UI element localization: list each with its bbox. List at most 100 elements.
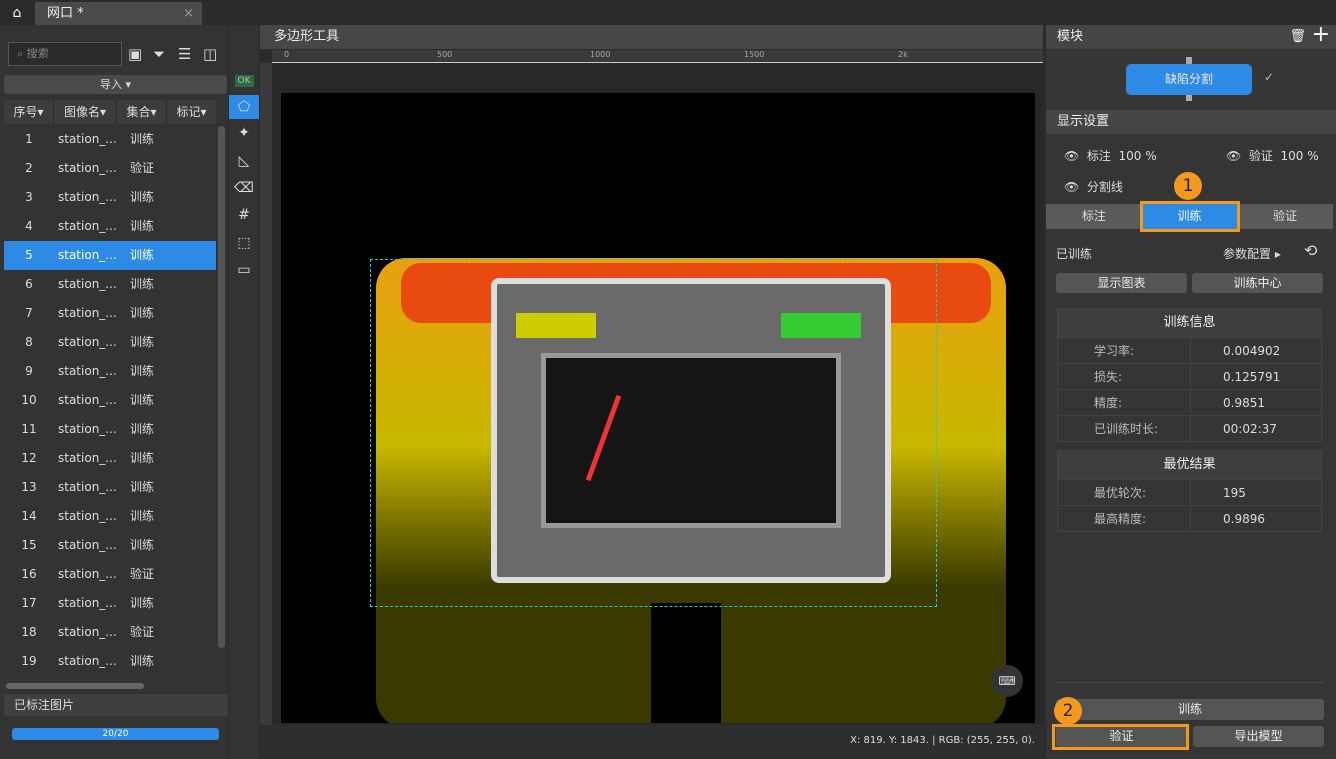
divider [1056, 682, 1324, 683]
roi-box[interactable] [370, 259, 937, 607]
table-row[interactable]: 11 station_... 训练 [4, 415, 216, 444]
history-icon[interactable]: ⟲ [1304, 241, 1317, 260]
col-set[interactable]: 集合▾ [117, 100, 167, 124]
search-input[interactable]: ⌕ 搜索 [8, 42, 122, 66]
cell: station_... [58, 364, 117, 378]
seg-line-visibility[interactable]: 👁 分割线 [1064, 178, 1123, 195]
cell: 15 [21, 538, 37, 552]
cell: 训练 [130, 277, 155, 291]
list-icon[interactable]: ☰ [178, 42, 191, 66]
table-row[interactable]: 2 station_... 验证 [4, 154, 216, 183]
cell: 18 [21, 625, 37, 639]
polygon-tool-icon[interactable]: ⬠ [229, 95, 259, 119]
tab-annotate[interactable]: 标注 [1046, 204, 1142, 229]
tab-project[interactable]: 网口 * × [35, 2, 202, 25]
horizontal-scrollbar[interactable] [6, 683, 144, 689]
col-index[interactable]: 序号▾ [4, 100, 54, 124]
eraser-icon[interactable]: ⌫ [229, 176, 259, 200]
verify-visibility[interactable]: 👁 验证 100 % [1226, 147, 1319, 164]
col-name[interactable]: 图像名▾ [54, 100, 117, 124]
table-row[interactable]: 19 station_... 训练 [4, 647, 216, 676]
export-model-button[interactable]: 导出模型 [1193, 726, 1324, 747]
highlight-verify-button [1052, 724, 1189, 750]
cell: station_... [58, 248, 117, 262]
import-button[interactable]: 导入 ▾ [4, 75, 227, 94]
col-mark[interactable]: 标记▾ [167, 100, 216, 124]
training-info-title: 训练信息 [1058, 309, 1321, 337]
cell: 7 [25, 306, 33, 320]
table-row[interactable]: 9 station_... 训练 [4, 357, 216, 386]
import-label: 导入 [99, 78, 122, 91]
cell: station_... [58, 596, 117, 610]
step-badge-1: 1 [1174, 172, 1202, 200]
table-row[interactable]: 6 station_... 训练 [4, 270, 216, 299]
table-row[interactable]: 14 station_... 训练 [4, 502, 216, 531]
show-chart-button[interactable]: 显示图表 [1056, 273, 1187, 293]
best-result-title: 最优结果 [1058, 451, 1321, 479]
cell: 训练 [130, 393, 155, 407]
table-row[interactable]: 17 station_... 训练 [4, 589, 216, 618]
table-row[interactable]: 10 station_... 训练 [4, 386, 216, 415]
info-row: 最高精度: 0.9896 [1058, 505, 1321, 531]
info-label: 最优轮次: [1058, 480, 1191, 505]
cell: 4 [25, 219, 33, 233]
cell: station_... [58, 132, 117, 146]
cell: 16 [21, 567, 37, 581]
grid-tool-icon[interactable]: # [229, 203, 259, 227]
info-value: 00:02:37 [1223, 422, 1277, 436]
cell: 5 [25, 248, 33, 262]
cell: station_... [58, 625, 117, 639]
magic-wand-icon[interactable]: ✦ [229, 121, 259, 145]
keyboard-icon[interactable]: ⌨ [991, 665, 1023, 697]
image-settings-icon[interactable]: ▣ [128, 42, 142, 66]
table-row[interactable]: 16 station_... 验证 [4, 560, 216, 589]
split-view-icon[interactable]: ◫ [203, 42, 217, 66]
mask-tool-icon[interactable]: ▭ [229, 258, 259, 282]
table-row[interactable]: 3 station_... 训练 [4, 183, 216, 212]
cell: station_... [58, 538, 117, 552]
table-row[interactable]: 13 station_... 训练 [4, 473, 216, 502]
table-row[interactable]: 15 station_... 训练 [4, 531, 216, 560]
cell: 17 [21, 596, 37, 610]
tab-verify[interactable]: 验证 [1237, 204, 1333, 229]
cell: 3 [25, 190, 33, 204]
cell: 19 [21, 654, 37, 668]
annot-visibility[interactable]: 👁 标注 100 % [1064, 147, 1157, 164]
table-row[interactable]: 18 station_... 验证 [4, 618, 216, 647]
display-settings-title: 显示设置 [1046, 110, 1336, 134]
info-value: 195 [1223, 486, 1246, 500]
cell: station_... [58, 509, 117, 523]
triangle-tool-icon[interactable]: ◺ [229, 149, 259, 173]
home-icon[interactable]: ⌂ [0, 0, 34, 25]
trash-icon[interactable]: 🗑 [1289, 25, 1306, 49]
table-row[interactable]: 7 station_... 训练 [4, 299, 216, 328]
train-button[interactable]: 训练 [1056, 699, 1324, 720]
cell: station_... [58, 422, 117, 436]
cell: 训练 [130, 654, 155, 668]
table-row[interactable]: 8 station_... 训练 [4, 328, 216, 357]
table-row[interactable]: 4 station_... 训练 [4, 212, 216, 241]
vertical-scrollbar[interactable] [218, 126, 225, 648]
training-info-table: 训练信息 学习率: 0.004902 损失: 0.125791 精度: 0.9851 已训练… [1057, 308, 1322, 442]
eye-icon: 👁 [1064, 180, 1080, 194]
cell: 13 [21, 480, 37, 494]
table-row[interactable]: 12 station_... 训练 [4, 444, 216, 473]
filter-icon[interactable]: ⏷ [153, 42, 165, 66]
params-config-button[interactable]: 参数配置 ▸ [1223, 245, 1281, 262]
cell: station_... [58, 654, 117, 668]
cell: 训练 [130, 248, 155, 262]
train-center-button[interactable]: 训练中心 [1192, 273, 1323, 293]
table-row[interactable]: 5 station_... 训练 [4, 241, 216, 270]
cell: station_... [58, 190, 117, 204]
cell: 训练 [130, 132, 155, 146]
cell: station_... [58, 451, 117, 465]
module-defect-segmentation[interactable]: 缺陷分割 [1126, 64, 1252, 95]
cell: station_... [58, 306, 117, 320]
close-icon[interactable]: × [183, 2, 194, 25]
image-view[interactable]: ⌨ [281, 93, 1035, 723]
cell: 训练 [130, 451, 155, 465]
add-icon[interactable]: + [1312, 23, 1330, 47]
table-row[interactable]: 1 station_... 训练 [4, 125, 216, 154]
cell: station_... [58, 161, 117, 175]
rect-select-icon[interactable]: ⬚ [229, 231, 259, 255]
